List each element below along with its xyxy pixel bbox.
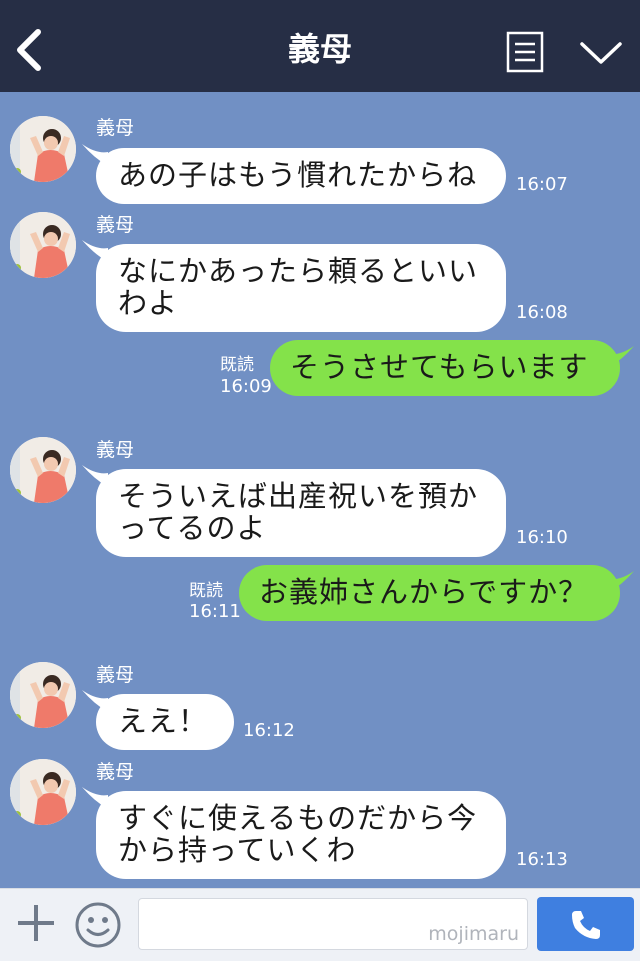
chat-header: 義母 — [0, 0, 640, 92]
message-bubble-incoming[interactable]: すぐに使えるものだから今 から持っていくわ — [96, 791, 506, 879]
avatar-photo-icon — [10, 212, 76, 278]
collapse-button[interactable] — [578, 38, 624, 68]
avatar-photo-icon — [10, 759, 76, 825]
chat-title: 義母 — [287, 30, 352, 68]
avatar-photo-icon — [10, 437, 76, 503]
message-time: 16:10 — [516, 527, 568, 548]
message-time: 16:11 — [189, 601, 241, 622]
message-input[interactable]: mojimaru — [138, 898, 528, 950]
emoji-button[interactable] — [74, 901, 122, 949]
message-time: 16:09 — [220, 376, 272, 397]
avatar-photo-icon — [10, 662, 76, 728]
message-bubble-incoming[interactable]: ええ！ — [96, 694, 234, 750]
smiley-icon — [75, 902, 121, 948]
message-bubble-incoming[interactable]: あの子はもう慣れたからね — [96, 148, 506, 204]
sender-name: 義母 — [96, 664, 135, 686]
avatar-photo-icon — [10, 116, 76, 182]
avatar[interactable] — [10, 759, 76, 825]
avatar[interactable] — [10, 437, 76, 503]
avatar[interactable] — [10, 212, 76, 278]
sender-name: 義母 — [96, 117, 135, 139]
avatar[interactable] — [10, 116, 76, 182]
message-bubble-outgoing[interactable]: そうさせてもらいます — [270, 340, 620, 396]
add-attachment-button[interactable] — [14, 901, 58, 945]
chat-area[interactable]: 義母 あの子はもう慣れたからね 16:07 義母 なにかあったら頼るといい わよ… — [0, 92, 640, 888]
read-receipt: 既読 — [189, 581, 223, 601]
avatar[interactable] — [10, 662, 76, 728]
sender-name: 義母 — [96, 214, 135, 236]
phone-icon — [572, 911, 600, 939]
sender-name: 義母 — [96, 761, 135, 783]
message-time: 16:08 — [516, 302, 568, 323]
chevron-down-icon — [580, 42, 622, 64]
watermark: mojimaru — [428, 923, 519, 945]
message-bubble-incoming[interactable]: なにかあったら頼るといい わよ — [96, 244, 506, 332]
menu-button[interactable] — [506, 31, 544, 73]
plus-icon — [18, 905, 54, 941]
message-time: 16:07 — [516, 174, 568, 195]
message-bubble-outgoing[interactable]: お義姉さんからですか？ — [239, 565, 620, 621]
call-button[interactable] — [537, 897, 634, 951]
message-time: 16:12 — [243, 720, 295, 741]
input-bar: mojimaru — [0, 888, 640, 961]
message-time: 16:13 — [516, 849, 568, 870]
message-bubble-incoming[interactable]: そういえば出産祝いを預か ってるのよ — [96, 469, 506, 557]
list-icon — [506, 31, 544, 73]
read-receipt: 既読 — [220, 355, 254, 375]
bubble-tail — [608, 571, 634, 593]
bubble-tail — [608, 346, 634, 368]
sender-name: 義母 — [96, 439, 135, 461]
